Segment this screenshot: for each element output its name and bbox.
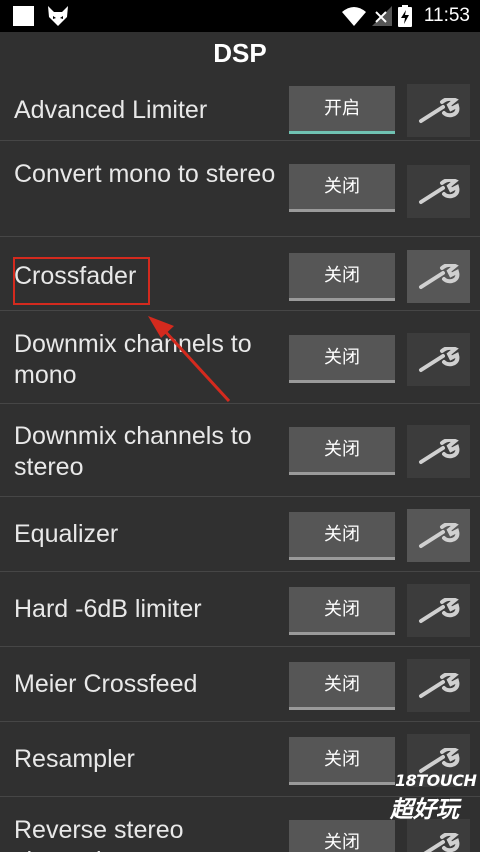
battery-charging-icon [397,5,412,27]
item-label: Downmix channels to stereo [14,422,252,481]
toggle-button[interactable]: 关闭 [289,253,395,301]
page-title: DSP [213,38,267,68]
list-item-downmix-to-stereo: Downmix channels to stereo 关闭 [0,404,480,497]
wrench-icon [418,438,459,464]
wifi-icon [341,7,366,26]
fox-app-icon [48,6,68,26]
item-label: Equalizer [14,520,119,548]
status-bar: 11:53 [0,0,480,32]
watermark-text: 18TOUCH [395,771,477,790]
toggle-button[interactable]: 开启 [289,86,395,134]
toggle-button[interactable]: 关闭 [289,164,395,212]
wrench-icon [418,97,459,123]
toggle-button[interactable]: 关闭 [289,662,395,710]
header: DSP [0,32,480,74]
wrench-icon [418,672,459,698]
item-label: Advanced Limiter [14,96,208,124]
settings-button[interactable] [407,659,470,712]
wrench-icon [418,346,459,372]
item-label: Hard -6dB limiter [14,595,202,623]
wrench-icon [418,597,459,623]
no-signal-icon [371,6,392,26]
settings-button[interactable] [407,425,470,478]
toggle-button[interactable]: 关闭 [289,427,395,475]
watermark-logo: 超好玩 [390,797,459,823]
item-label: Reverse stereo channels [14,816,184,852]
toggle-button[interactable]: 关闭 [289,737,395,785]
toggle-button[interactable]: 关闭 [289,820,395,852]
settings-button[interactable] [407,250,470,303]
wrench-icon [418,263,459,289]
wrench-icon [418,178,459,204]
list-item-hard-6db-limiter: Hard -6dB limiter 关闭 [0,572,480,647]
settings-button[interactable] [407,509,470,562]
item-label: Downmix channels to mono [14,330,252,389]
status-clock: 11:53 [423,5,470,26]
annotation-highlight-box [13,257,150,305]
item-label: Resampler [14,745,135,773]
settings-button[interactable] [407,84,470,137]
item-label: Convert mono to stereo [14,160,276,188]
wrench-icon [418,747,459,773]
list-item-convert-mono-to-stereo: Convert mono to stereo 关闭 [0,141,480,237]
toggle-button[interactable]: 关闭 [289,335,395,383]
settings-button[interactable] [407,584,470,637]
wrench-icon [418,522,459,548]
settings-button[interactable] [407,333,470,386]
list-item-equalizer: Equalizer 关闭 [0,497,480,572]
settings-button[interactable] [407,165,470,218]
list-item-downmix-to-mono: Downmix channels to mono 关闭 [0,311,480,404]
square-icon [13,6,34,26]
list-item-advanced-limiter: Advanced Limiter 开启 [0,74,480,141]
toggle-button[interactable]: 关闭 [289,587,395,635]
dsp-list: Advanced Limiter 开启 Convert mono to ster… [0,74,480,852]
toggle-button[interactable]: 关闭 [289,512,395,560]
wrench-icon [422,832,459,852]
list-item-meier-crossfeed: Meier Crossfeed 关闭 [0,647,480,722]
item-label: Meier Crossfeed [14,670,198,698]
